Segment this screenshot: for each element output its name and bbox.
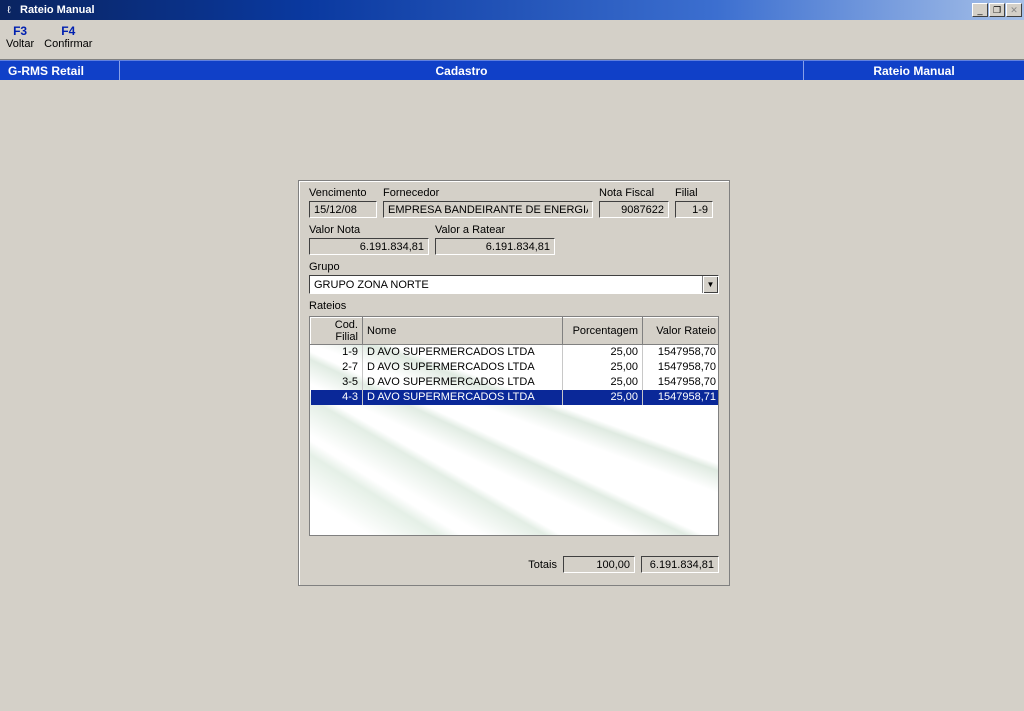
th-cod-filial[interactable]: Cod. Filial <box>311 318 363 345</box>
window-titlebar: ℓ Rateio Manual _ ❐ ✕ <box>0 0 1024 20</box>
breadcrumb-section: Cadastro <box>120 61 804 80</box>
rateios-table: Cod. Filial Nome Porcentagem Valor Ratei… <box>310 317 719 405</box>
grupo-combo-text[interactable] <box>310 276 702 293</box>
restore-button[interactable]: ❐ <box>989 3 1005 17</box>
minimize-button[interactable]: _ <box>972 3 988 17</box>
workspace: Vencimento Fornecedor Nota Fiscal Filial… <box>0 80 1024 711</box>
valor-nota-field[interactable] <box>309 238 429 255</box>
table-row[interactable]: 4-3D AVO SUPERMERCADOS LTDA25,001547958,… <box>311 390 720 405</box>
cell-valor-rateio: 1547958,70 <box>643 375 720 390</box>
label-rateios: Rateios <box>309 300 719 312</box>
label-valor-ratear: Valor a Ratear <box>435 224 555 236</box>
cell-porcentagem: 25,00 <box>563 390 643 405</box>
cell-valor-rateio: 1547958,70 <box>643 360 720 375</box>
th-valor-rateio[interactable]: Valor Rateio <box>643 318 720 345</box>
chevron-down-icon[interactable]: ▼ <box>702 276 718 293</box>
cell-nome: D AVO SUPERMERCADOS LTDA <box>363 360 563 375</box>
cell-porcentagem: 25,00 <box>563 360 643 375</box>
toolbar-item-voltar[interactable]: F3 Voltar <box>6 24 34 50</box>
th-porcentagem[interactable]: Porcentagem <box>563 318 643 345</box>
window-title: Rateio Manual <box>20 4 95 16</box>
label-vencimento: Vencimento <box>309 187 377 199</box>
total-val-field <box>641 556 719 573</box>
nota-fiscal-field[interactable] <box>599 201 669 218</box>
label-grupo: Grupo <box>309 261 719 273</box>
cell-valor-rateio: 1547958,70 <box>643 345 720 360</box>
toolbar: F3 Voltar F4 Confirmar <box>0 20 1024 60</box>
cell-cod-filial: 2-7 <box>311 360 363 375</box>
table-row[interactable]: 3-5D AVO SUPERMERCADOS LTDA25,001547958,… <box>311 375 720 390</box>
fkey-label: F3 <box>6 24 34 38</box>
vencimento-field[interactable] <box>309 201 377 218</box>
window-controls: _ ❐ ✕ <box>972 3 1022 17</box>
cell-porcentagem: 25,00 <box>563 345 643 360</box>
breadcrumb: G-RMS Retail Cadastro Rateio Manual <box>0 60 1024 80</box>
valor-ratear-field[interactable] <box>435 238 555 255</box>
total-pct-field <box>563 556 635 573</box>
cell-cod-filial: 3-5 <box>311 375 363 390</box>
cell-valor-rateio: 1547958,71 <box>643 390 720 405</box>
label-nota-fiscal: Nota Fiscal <box>599 187 669 199</box>
breadcrumb-app: G-RMS Retail <box>0 61 120 80</box>
cell-cod-filial: 1-9 <box>311 345 363 360</box>
cell-nome: D AVO SUPERMERCADOS LTDA <box>363 390 563 405</box>
table-row[interactable]: 2-7D AVO SUPERMERCADOS LTDA25,001547958,… <box>311 360 720 375</box>
toolbar-label: Voltar <box>6 38 34 50</box>
form-panel: Vencimento Fornecedor Nota Fiscal Filial… <box>298 180 730 586</box>
label-fornecedor: Fornecedor <box>383 187 593 199</box>
cell-porcentagem: 25,00 <box>563 375 643 390</box>
close-button[interactable]: ✕ <box>1006 3 1022 17</box>
cell-cod-filial: 4-3 <box>311 390 363 405</box>
fornecedor-field[interactable] <box>383 201 593 218</box>
rateios-grid[interactable]: Cod. Filial Nome Porcentagem Valor Ratei… <box>309 316 719 536</box>
fkey-label: F4 <box>44 24 92 38</box>
app-icon: ℓ <box>2 3 16 17</box>
grupo-combo[interactable]: ▼ <box>309 275 719 294</box>
label-totais: Totais <box>528 559 557 571</box>
toolbar-item-confirmar[interactable]: F4 Confirmar <box>44 24 92 50</box>
cell-nome: D AVO SUPERMERCADOS LTDA <box>363 345 563 360</box>
breadcrumb-page: Rateio Manual <box>804 61 1024 80</box>
label-filial: Filial <box>675 187 713 199</box>
cell-nome: D AVO SUPERMERCADOS LTDA <box>363 375 563 390</box>
th-nome[interactable]: Nome <box>363 318 563 345</box>
table-row[interactable]: 1-9D AVO SUPERMERCADOS LTDA25,001547958,… <box>311 345 720 360</box>
toolbar-label: Confirmar <box>44 38 92 50</box>
filial-field[interactable] <box>675 201 713 218</box>
label-valor-nota: Valor Nota <box>309 224 429 236</box>
